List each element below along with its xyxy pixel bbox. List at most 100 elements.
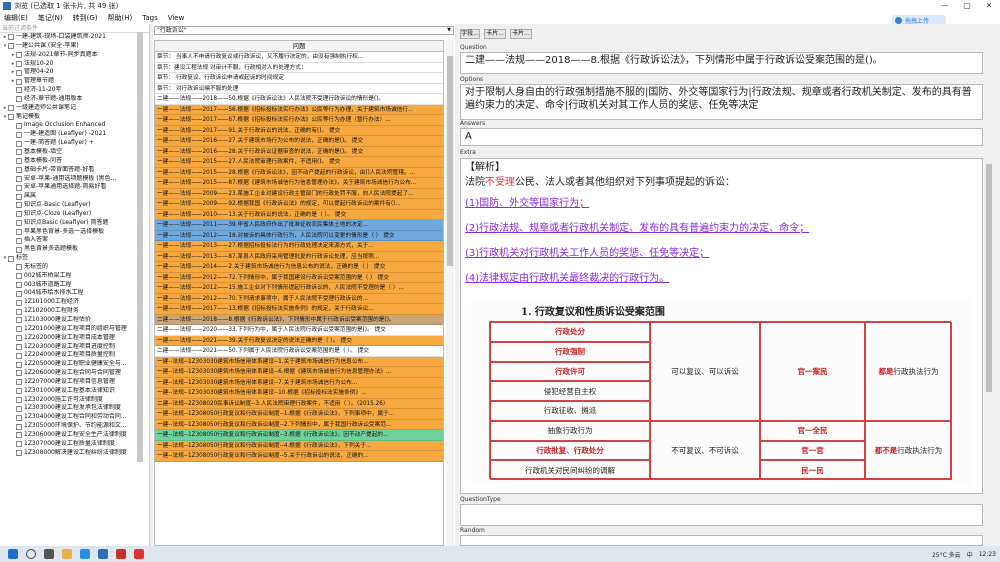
search-input[interactable]: "行政诉讼" ▼ [154, 26, 454, 35]
tree-checkbox[interactable] [16, 69, 22, 76]
menu-tags[interactable]: Tags [142, 14, 158, 22]
tree-item[interactable]: 无标签的 [0, 263, 149, 272]
tree-item[interactable]: 一建-简答题 (Leaflyer) + [0, 139, 149, 148]
tree-checkbox[interactable] [16, 432, 22, 439]
tree-item[interactable]: 知识点-Cloze (Leaflyer) [0, 210, 149, 219]
tree-checkbox[interactable] [16, 149, 22, 156]
folder-icon[interactable] [62, 549, 72, 559]
table-row[interactable]: 二建——法规——2021——50.下列属于人民法院行政诉讼受案范围的是（ ）。 … [155, 346, 443, 357]
tree-item[interactable]: ▸ 管理章节题 [0, 77, 149, 86]
tree-item[interactable]: ▾ 笔记模板 [0, 113, 149, 122]
table-row[interactable]: 一建——法规——2015——87.根据《建筑市场诚信行为信息管理办法》，关于建筑… [155, 178, 443, 189]
column-header-question[interactable]: 问题 [155, 41, 443, 52]
tree-checkbox[interactable] [16, 352, 22, 359]
extra-scrollbar[interactable] [985, 162, 993, 500]
chevron-down-icon[interactable]: ▼ [447, 27, 451, 34]
minimize-icon[interactable]: — [934, 0, 956, 12]
table-row[interactable]: 一建——法规——2013——87.某县人民政府采用管理批复的行政诉讼处理，应当按… [155, 251, 443, 262]
tree-checkbox[interactable] [16, 167, 22, 174]
table-row[interactable]: 一建——法规——2015——27.人民法院审理行政案件，不适用()。 提交 [155, 157, 443, 168]
tree-checkbox[interactable] [16, 175, 22, 182]
table-row[interactable]: 一建——法规——2021——39.关于行政复议决定的说法正确的是（ ）。 提交 [155, 335, 443, 346]
tree-checkbox[interactable] [16, 158, 22, 165]
fields-button[interactable]: 字段... [460, 29, 480, 39]
tree-checkbox[interactable] [16, 202, 22, 209]
cards-button[interactable]: 卡片... [484, 29, 506, 39]
tree-item[interactable]: 1Z306000建设工程安全生产法律制度 [0, 431, 149, 440]
tree-item[interactable]: ▸ 一级建造师公共课笔记 [0, 104, 149, 113]
tree-checkbox[interactable] [16, 405, 22, 412]
table-row[interactable]: 章节：建设工程法规 对审计不服，行政相对人的处理方式： [155, 62, 443, 73]
tree-item[interactable]: 一建-建造图 (Leaflyer) -2021 [0, 130, 149, 139]
tree-item[interactable]: ▸ 法规10-20 [0, 60, 149, 69]
tree-checkbox[interactable] [16, 379, 22, 386]
tree-checkbox[interactable] [8, 43, 14, 50]
table-row[interactable]: 一建--法规--1Z308050行政复议和行政诉讼制度--5.关于行政诉讼的说法… [155, 451, 443, 462]
table-row[interactable]: 一建——法规——2011——39.甲省人民政府作出了批准征收农民集体土地的决定.… [155, 220, 443, 231]
table-row[interactable]: 一建——法规——2013——27.根据招标投标法行为的行政处理决定来源方式，关于… [155, 241, 443, 252]
tree-checkbox[interactable] [16, 290, 22, 297]
tree-item[interactable]: ▸ 管理04-20 [0, 68, 149, 77]
browser-icon[interactable] [80, 549, 90, 559]
tree-checkbox[interactable] [8, 114, 14, 121]
task-view-icon[interactable] [44, 549, 54, 559]
tree-item[interactable]: 1Z205000建设工程职业健康安全与... [0, 360, 149, 369]
cards-button-2[interactable]: 卡片... [510, 29, 532, 39]
tree-checkbox[interactable] [16, 361, 22, 368]
tree-checkbox[interactable] [16, 414, 22, 421]
tree-checkbox[interactable] [16, 326, 22, 333]
table-row[interactable]: 一建——法规——2017——67.根据《招标投标法实行办法》公民等行为办理（暂行… [155, 115, 443, 126]
tree-item[interactable]: 经济-章节题-通用版本 [0, 95, 149, 104]
menu-help[interactable]: 帮助(H) [107, 13, 132, 23]
extra-field[interactable]: 【解析】 法院不受理公民、法人或者其他组织对下列事项提起的诉讼： (1)国防、外… [460, 158, 983, 494]
tree-checkbox[interactable] [16, 193, 22, 200]
tree-checkbox[interactable] [8, 105, 14, 112]
table-row[interactable]: 一建--法规--1Z308050行政复议和行政诉讼制度--2.下列情形中，属于我… [155, 419, 443, 430]
table-row[interactable]: 一建——法规——2016——27.关于建筑市场行为公布的说法，正确的是()。 提… [155, 136, 443, 147]
table-row[interactable]: 一建--法规--1Z303030建筑市场信用体系建设--1.关于建筑市场诚信行为… [155, 356, 443, 367]
table-row[interactable]: 一建——法规——2014——2.关于建筑市场诚信行为信息公布的说法，正确的是（ … [155, 262, 443, 273]
tree-item[interactable]: 基本模板-问答 [0, 157, 149, 166]
tree-item[interactable]: 苹果黑色背景-多选一选择模板 [0, 228, 149, 237]
tree-item[interactable]: 插入答案 [0, 236, 149, 245]
tree-item[interactable]: 知识点Basic (Leaflyer) 简答题 [0, 219, 149, 228]
tree-item[interactable]: 1Z304000建设工程合同和劳动合同... [0, 413, 149, 422]
tree-checkbox[interactable] [16, 96, 22, 103]
tree-item[interactable]: 1Z204000建设工程项目质量控制 [0, 351, 149, 360]
tree-item[interactable]: 1Z103000建设工程估价 [0, 316, 149, 325]
close-icon[interactable]: ✕ [978, 0, 1000, 12]
table-row[interactable]: 一建——法规——2015——28.根据《行政诉讼法》，因不动产提起的行政诉讼，由… [155, 167, 443, 178]
table-row[interactable]: 一建——法规——2016——28.关于行政诉讼证据审查的说法，正确的是()。 提… [155, 146, 443, 157]
tree-checkbox[interactable] [16, 246, 22, 253]
tree-checkbox[interactable] [8, 34, 14, 41]
tree-item[interactable]: 1Z101000工程经济 [0, 298, 149, 307]
tree-item[interactable]: 1Z201000建设工程项目的组织与管理 [0, 325, 149, 334]
tree-checkbox[interactable] [16, 441, 22, 448]
table-row[interactable]: 二建——法规——2018——50.根据《行政诉讼法》人民法院不受理行政诉讼的情形… [155, 94, 443, 105]
maximize-icon[interactable]: ▢ [956, 0, 978, 12]
scroll-thumb[interactable] [986, 164, 992, 392]
tree-item[interactable]: 1Z308000解决建设工程纠纷法律制度 [0, 449, 149, 458]
tree-item[interactable]: 基础卡片-带背面答题-好看 [0, 166, 149, 175]
menu-edit[interactable]: 编辑(E) [4, 13, 28, 23]
table-row[interactable]: 一建--法规--1Z303030建筑市场信用体系建设--6.根据《建筑市场诚信行… [155, 367, 443, 378]
table-row[interactable]: 一建——法规——2017——13.根据《招标投标法实施条例》的规定，关于行政诉讼… [155, 304, 443, 315]
tree-checkbox[interactable] [16, 237, 22, 244]
tree-checkbox[interactable] [16, 299, 22, 306]
menu-view[interactable]: View [168, 14, 185, 22]
tree-item[interactable]: Image Occlusion Enhanced [0, 121, 149, 130]
table-row[interactable]: 二建——法规——2020——33.下列行为中，属于人民法院行政诉讼受案范围的是(… [155, 325, 443, 336]
card-list-scrollbar[interactable] [446, 40, 454, 546]
tree-checkbox[interactable] [16, 228, 22, 235]
sidebar-scrollbar[interactable] [137, 32, 143, 462]
tree-checkbox[interactable] [16, 370, 22, 377]
scroll-thumb[interactable] [447, 56, 453, 266]
tree-checkbox[interactable] [16, 220, 22, 227]
tree-item[interactable]: 004城市给水排水工程 [0, 289, 149, 298]
table-row[interactable]: 章节： 行政复议、行政诉讼申请或起诉的时间规定 [155, 73, 443, 84]
tree-checkbox[interactable] [16, 308, 22, 315]
table-row[interactable]: 章节： 当事人不申请行政复议或行政诉讼，又不履行决定的，由没有强制执行权... [155, 52, 443, 63]
tree-checkbox[interactable] [8, 255, 14, 262]
tree-item[interactable]: 002城市桥梁工程 [0, 272, 149, 281]
tree-checkbox[interactable] [16, 397, 22, 404]
